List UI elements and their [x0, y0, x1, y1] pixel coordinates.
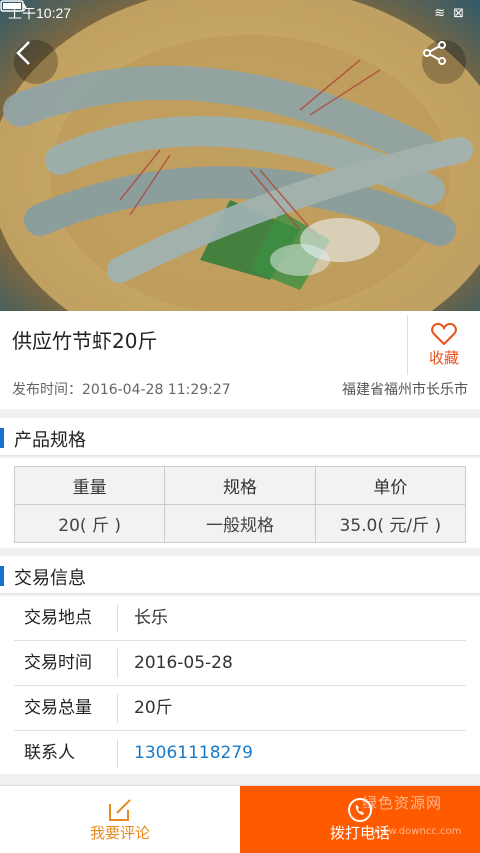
section-bar: [0, 566, 4, 586]
share-icon: [423, 41, 446, 65]
wifi-icon: ≋: [434, 5, 446, 21]
spec-table: 重量 规格 单价 20( 斤 ) 一般规格 35.0( 元/斤 ): [0, 458, 480, 548]
status-bar: 上午10:27 ≋ ⊠: [0, 0, 480, 26]
trade-label: 交易地点: [24, 608, 92, 628]
favorite-button[interactable]: 收藏: [407, 315, 480, 375]
watermark-text: 绿色资源网: [362, 794, 443, 812]
divider: [117, 604, 118, 633]
heart-icon: [431, 322, 457, 345]
comment-button[interactable]: 我要评论: [0, 786, 240, 853]
product-title: 供应竹节虾20斤: [12, 329, 158, 353]
spec-column-header: 规格: [164, 466, 316, 505]
call-button[interactable]: 拨打电话: [240, 786, 480, 853]
divider: [117, 694, 118, 723]
trade-label: 交易总量: [24, 698, 92, 718]
trade-row: 交易地点 长乐: [14, 596, 466, 641]
divider: [117, 649, 118, 678]
spec-section-header: 产品规格: [0, 418, 480, 456]
watermark-url: www.downcc.com: [372, 826, 462, 837]
trade-section-header: 交易信息: [0, 556, 480, 594]
share-button[interactable]: [422, 40, 466, 84]
trade-row: 交易时间 2016-05-28: [14, 641, 466, 686]
shrimp-illustration: [0, 0, 480, 311]
spec-column-header: 单价: [314, 466, 467, 505]
divider: [117, 739, 118, 768]
contact-phone-link[interactable]: 13061118279: [134, 731, 253, 776]
spec-cell: 一般规格: [164, 504, 316, 543]
status-time: 上午10:27: [8, 5, 72, 21]
spec-header-label: 产品规格: [14, 430, 86, 451]
trade-label: 交易时间: [24, 653, 92, 673]
trade-value: 2016-05-28: [134, 653, 233, 673]
comment-label: 我要评论: [89, 823, 150, 842]
spec-cell: 20( 斤 ): [13, 504, 166, 543]
section-bar: [0, 428, 4, 448]
trade-row: 交易总量 20斤: [14, 686, 466, 731]
trade-value: 20斤: [134, 698, 173, 718]
trade-info: 交易地点 长乐 交易时间 2016-05-28 交易总量 20斤 联系人 130…: [0, 596, 480, 774]
trade-value: 长乐: [134, 608, 168, 628]
back-button[interactable]: [14, 40, 58, 84]
favorite-label: 收藏: [428, 348, 459, 367]
spec-cell: 35.0( 元/斤 ): [314, 504, 467, 543]
edit-icon: [109, 798, 131, 821]
trade-row: 联系人 13061118279: [14, 731, 466, 776]
spec-column-header: 重量: [13, 466, 166, 505]
trade-label: 联系人: [24, 743, 75, 763]
product-info: 供应竹节虾20斤 收藏 发布时间：2016-04-28 11:29:27 福建省…: [0, 311, 480, 409]
back-icon: [16, 41, 30, 65]
product-image: 上午10:27 ≋ ⊠: [0, 0, 480, 311]
trade-header-label: 交易信息: [14, 568, 86, 589]
publish-time: 发布时间：2016-04-28 11:29:27: [12, 382, 231, 398]
sim-icon: ⊠: [453, 5, 464, 21]
location: 福建省福州市长乐市: [342, 382, 468, 398]
